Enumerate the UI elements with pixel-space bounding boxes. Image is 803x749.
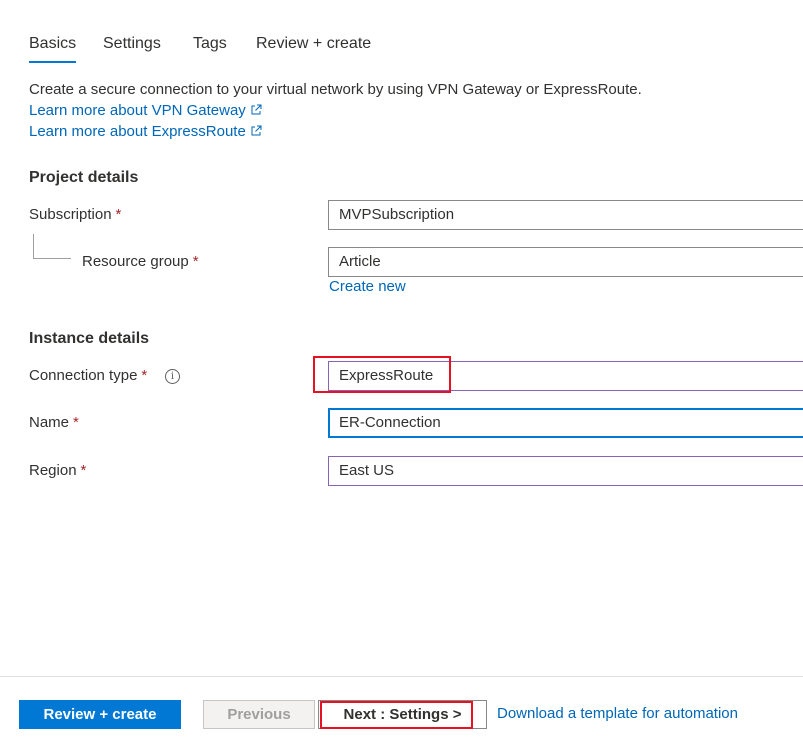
subscription-label-text: Subscription <box>29 206 112 223</box>
connection-type-label-text: Connection type <box>29 367 138 384</box>
create-connection-page: Basics Settings Tags Review + create Cre… <box>0 0 803 749</box>
region-select[interactable]: East US <box>328 456 803 486</box>
tab-review-create[interactable]: Review + create <box>256 33 371 55</box>
connection-type-label: Connection type * <box>29 366 147 386</box>
resource-group-label: Resource group * <box>82 252 199 272</box>
resource-group-select[interactable]: Article <box>328 247 803 277</box>
required-marker: * <box>115 206 122 223</box>
project-details-title: Project details <box>29 169 139 186</box>
required-marker: * <box>80 462 87 479</box>
intro-description: Create a secure connection to your virtu… <box>29 81 642 98</box>
learn-more-vpn-label: Learn more about VPN Gateway <box>29 102 246 119</box>
learn-more-vpn-link[interactable]: Learn more about VPN Gateway <box>29 101 262 122</box>
instance-details-title: Instance details <box>29 330 150 347</box>
previous-button[interactable]: Previous <box>203 700 315 729</box>
create-new-link[interactable]: Create new <box>329 277 406 297</box>
external-link-icon <box>250 102 262 122</box>
info-icon[interactable]: i <box>165 369 180 384</box>
next-settings-button[interactable]: Next : Settings > <box>318 700 487 729</box>
name-label-text: Name <box>29 414 70 431</box>
tab-basics[interactable]: Basics <box>29 33 77 63</box>
required-marker: * <box>141 367 148 384</box>
tree-connector-vertical <box>33 234 34 258</box>
connection-type-select[interactable]: ExpressRoute <box>328 361 803 391</box>
learn-more-expressroute-label: Learn more about ExpressRoute <box>29 123 246 140</box>
name-input[interactable]: ER-Connection <box>328 408 803 438</box>
name-label: Name * <box>29 413 79 433</box>
tab-settings[interactable]: Settings <box>103 33 161 55</box>
subscription-label: Subscription * <box>29 205 121 225</box>
footer-divider <box>0 676 803 677</box>
tree-connector-horizontal <box>33 258 71 259</box>
resource-group-label-text: Resource group <box>82 253 189 270</box>
learn-more-expressroute-link[interactable]: Learn more about ExpressRoute <box>29 122 262 143</box>
region-label-text: Region <box>29 462 77 479</box>
external-link-icon <box>250 123 262 143</box>
tab-tags[interactable]: Tags <box>193 33 227 55</box>
required-marker: * <box>192 253 199 270</box>
region-label: Region * <box>29 461 86 481</box>
subscription-select[interactable]: MVPSubscription <box>328 200 803 230</box>
required-marker: * <box>73 414 79 431</box>
download-template-link[interactable]: Download a template for automation <box>497 704 738 724</box>
review-create-button[interactable]: Review + create <box>19 700 181 729</box>
